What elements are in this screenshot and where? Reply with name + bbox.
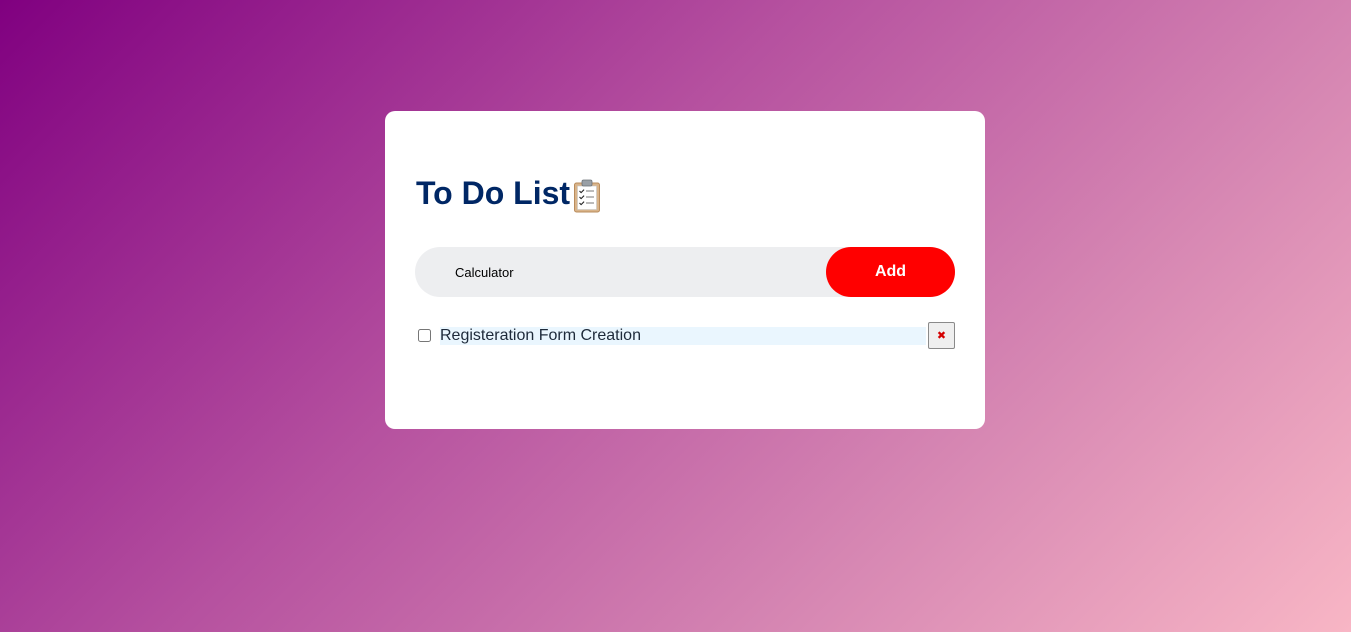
- task-list: Registeration Form Creation ✖: [416, 322, 955, 349]
- list-item: Registeration Form Creation ✖: [416, 322, 955, 349]
- page-title: To Do List: [416, 175, 571, 211]
- close-icon: ✖: [936, 329, 947, 342]
- add-button[interactable]: Add: [826, 247, 955, 297]
- todo-card: To Do List Add Registeration Form Creati…: [385, 111, 985, 429]
- task-label[interactable]: Registeration Form Creation: [440, 327, 641, 345]
- clipboard-checklist-icon: [573, 179, 601, 213]
- task-input-row: Add: [415, 247, 955, 297]
- title-row: To Do List: [416, 173, 601, 213]
- delete-task-button[interactable]: ✖: [928, 322, 955, 349]
- task-label-container: Registeration Form Creation: [440, 326, 926, 345]
- task-checkbox[interactable]: [418, 329, 431, 342]
- task-input[interactable]: [415, 247, 826, 297]
